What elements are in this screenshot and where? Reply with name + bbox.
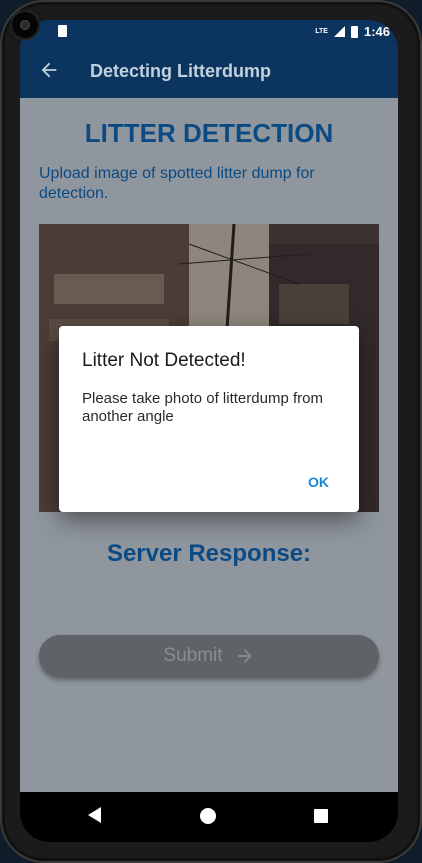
alert-dialog: Litter Not Detected! Please take photo o… [59,326,359,512]
ok-button[interactable]: OK [308,474,329,490]
front-camera-icon [12,12,38,38]
square-recents-icon[interactable] [314,809,328,823]
dialog-message: Please take photo of litterdump from ano… [82,390,323,425]
triangle-back-icon[interactable] [88,807,101,823]
screen: LTE 1:46 Detecting Litterdump LITTER DET… [20,20,398,842]
phone-frame: LTE 1:46 Detecting Litterdump LITTER DET… [0,0,422,863]
dialog-title: Litter Not Detected! [82,350,246,371]
navigation-bar [20,792,398,842]
circle-home-icon[interactable] [200,808,216,824]
